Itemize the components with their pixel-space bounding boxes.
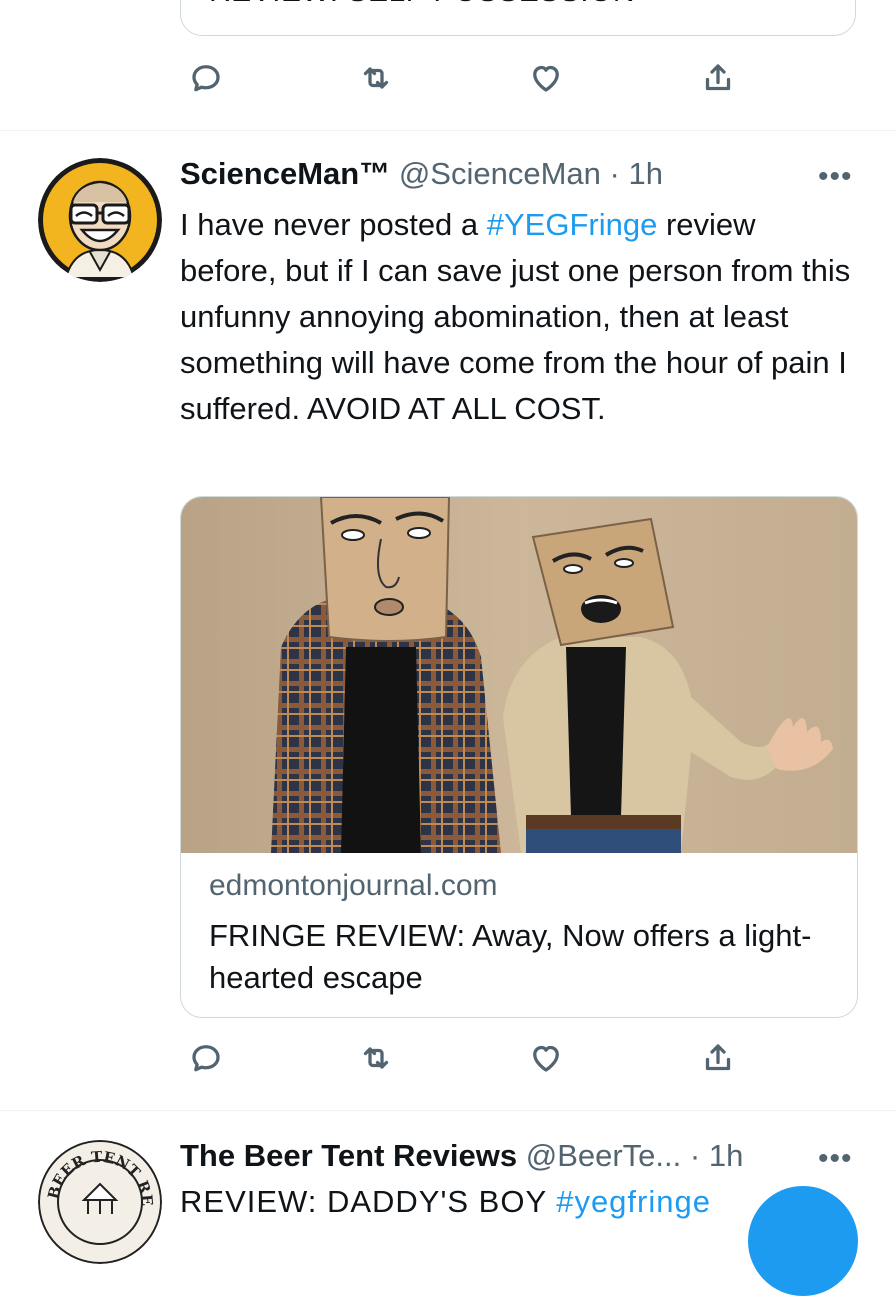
previous-tweet-link-card[interactable]: REVIEW: SELF POSSESSION [180, 0, 856, 36]
scienceman-avatar-image [38, 158, 162, 282]
article-photo [181, 497, 857, 853]
display-name[interactable]: ScienceMan™ [180, 156, 390, 191]
more-icon[interactable]: ••• [818, 1142, 853, 1176]
tweet-divider [0, 1110, 896, 1111]
user-handle[interactable]: @BeerTe... [526, 1138, 682, 1173]
retweet-icon[interactable] [352, 54, 400, 102]
share-icon[interactable] [694, 54, 742, 102]
retweet-icon[interactable] [352, 1034, 400, 1082]
tweet-time[interactable]: 1h [628, 156, 662, 191]
separator-dot: · [689, 1138, 701, 1173]
card-title: FRINGE REVIEW: Away, Now offers a light-… [209, 918, 812, 995]
beer-tent-avatar-image: BEER TENT REVIEWS [38, 1140, 162, 1264]
more-icon[interactable]: ••• [818, 160, 853, 194]
like-icon[interactable] [522, 1034, 570, 1082]
tweet-actions [180, 1034, 780, 1082]
like-icon[interactable] [522, 54, 570, 102]
hashtag-link[interactable]: #yegfringe [556, 1184, 711, 1219]
share-icon[interactable] [694, 1034, 742, 1082]
display-name[interactable]: The Beer Tent Reviews [180, 1138, 517, 1173]
reply-icon[interactable] [182, 1034, 230, 1082]
tweet-header: The Beer Tent Reviews @BeerTe... · 1h [180, 1138, 743, 1174]
tweet-text-start: I have never posted a [180, 207, 487, 242]
tweet-text-start: REVIEW: DADDY'S BOY [180, 1184, 557, 1219]
avatar[interactable]: BEER TENT REVIEWS [38, 1140, 162, 1264]
compose-tweet-button[interactable] [748, 1186, 858, 1296]
separator-dot: · [609, 156, 620, 191]
tweet-text: REVIEW: DADDY'S BOY #yegfringe [180, 1184, 711, 1220]
avatar[interactable] [38, 158, 162, 282]
reply-icon[interactable] [182, 54, 230, 102]
card-domain: edmontonjournal.com [209, 869, 498, 902]
link-preview-card[interactable]: edmontonjournal.com FRINGE REVIEW: Away,… [180, 496, 858, 1018]
user-handle[interactable]: @ScienceMan [399, 156, 601, 191]
tweet-divider [0, 130, 896, 131]
tweet-text: I have never posted a #YEGFringe review … [180, 202, 860, 432]
previous-card-title: REVIEW: SELF POSSESSION [209, 0, 635, 9]
hashtag-link[interactable]: #YEGFringe [487, 207, 658, 242]
tweet-time[interactable]: 1h [709, 1138, 743, 1173]
previous-tweet-actions [180, 54, 780, 102]
tweet-header: ScienceMan™ @ScienceMan · 1h [180, 156, 663, 192]
